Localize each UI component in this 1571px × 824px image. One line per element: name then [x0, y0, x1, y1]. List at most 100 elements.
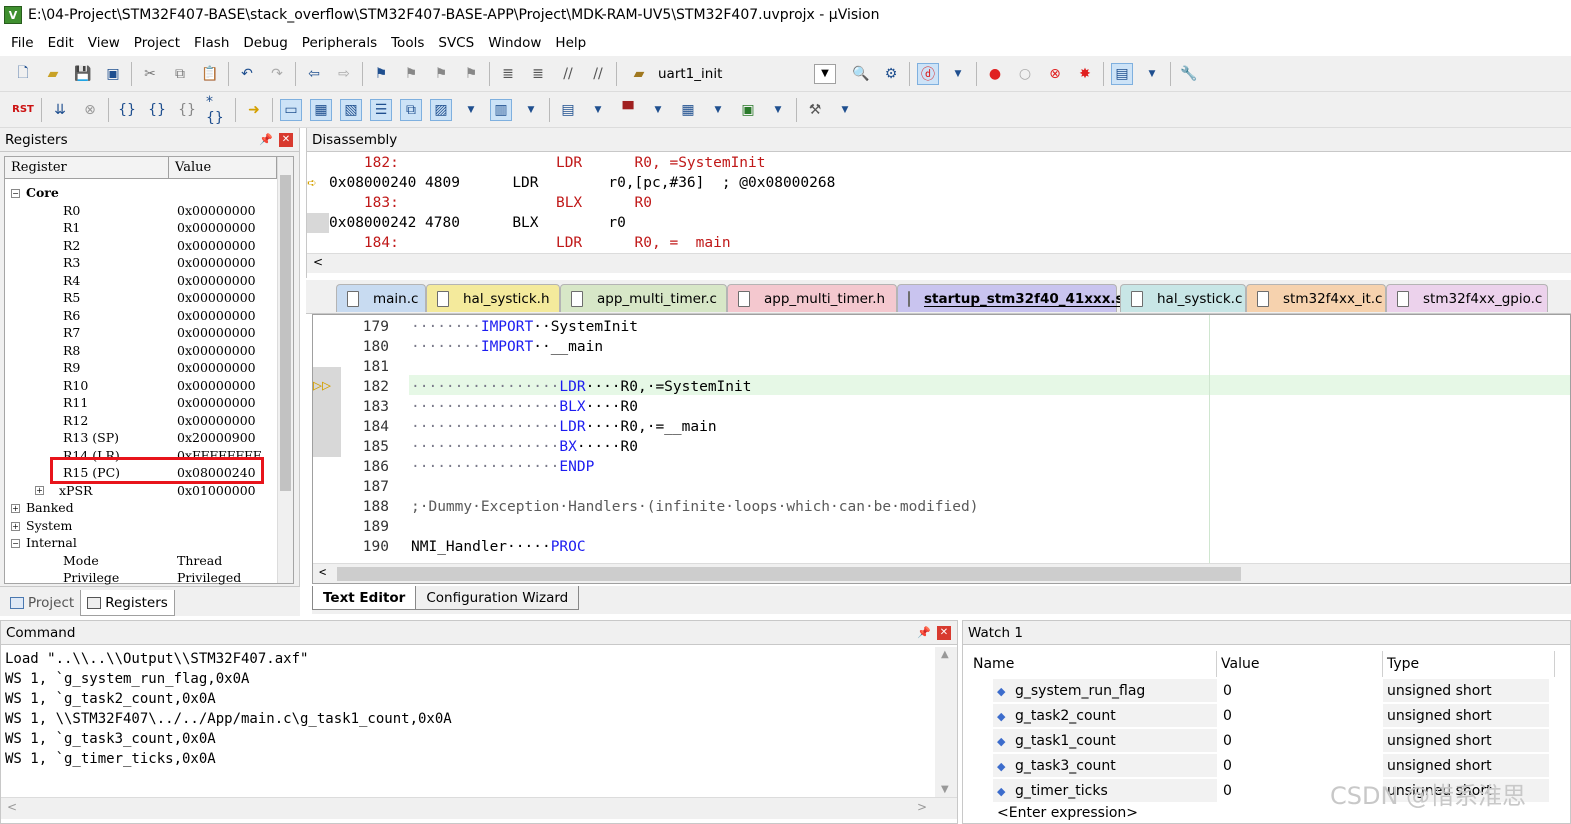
comment-icon[interactable]: //: [557, 63, 579, 85]
menu-debug[interactable]: Debug: [236, 35, 294, 51]
register-row[interactable]: R6 0x00000000: [35, 307, 275, 325]
stop-icon[interactable]: ⊗: [79, 99, 101, 121]
code-editor[interactable]: ▷▷ 179 ········IMPORT··SystemInit 180 ·····…: [312, 314, 1571, 584]
window-layout-icon[interactable]: ▤: [1111, 62, 1133, 85]
cut-icon[interactable]: ✂: [139, 63, 161, 85]
file-tab-stm32f4xx-it-c[interactable]: stm32f4xx_it.c: [1246, 284, 1386, 312]
new-file-icon[interactable]: 🗋: [12, 63, 34, 85]
symbols-window-icon[interactable]: ▧: [340, 98, 362, 121]
unindent-icon[interactable]: ≣: [527, 63, 549, 85]
disassembly-hscrollbar[interactable]: <: [307, 253, 1571, 273]
register-row[interactable]: Privilege Privileged: [35, 569, 275, 587]
copy-icon[interactable]: ⧉: [169, 63, 191, 85]
editor-hscroll-thumb[interactable]: [337, 567, 1241, 581]
file-tab-app-multi-timer-h[interactable]: app_multi_timer.h: [727, 284, 897, 312]
file-tab-hal-systick-h[interactable]: hal_systick.h: [426, 284, 560, 312]
file-tab-startup-s[interactable]: startup_stm32f40_41xxx.s: [897, 284, 1124, 312]
tab-project[interactable]: Project: [4, 590, 80, 616]
incremental-find-icon[interactable]: ⚙: [880, 63, 902, 85]
register-value[interactable]: 0x00000000: [177, 202, 256, 220]
tab-configuration-wizard[interactable]: Configuration Wizard: [415, 586, 580, 610]
system-viewer-dropdown-icon[interactable]: ▼: [767, 99, 789, 121]
register-value[interactable]: 0x00000000: [177, 342, 256, 360]
layout-dropdown-icon[interactable]: ▼: [1141, 63, 1163, 85]
watch-value[interactable]: 0: [1219, 729, 1381, 753]
run-icon[interactable]: ⇊: [49, 99, 71, 121]
command-window-icon[interactable]: ▭: [280, 98, 302, 121]
register-value[interactable]: 0x00000000: [177, 237, 256, 255]
scroll-left-icon[interactable]: <: [313, 255, 323, 269]
register-row[interactable]: R12 0x00000000: [35, 412, 275, 430]
expand-icon[interactable]: +: [11, 504, 20, 513]
register-row[interactable]: R0 0x00000000: [35, 202, 275, 220]
column-type[interactable]: Type: [1383, 651, 1555, 677]
register-row[interactable]: R4 0x00000000: [35, 272, 275, 290]
enter-expression[interactable]: <Enter expression>: [997, 805, 1138, 821]
register-value[interactable]: 0x00000000: [177, 359, 256, 377]
watch-value[interactable]: 0: [1219, 704, 1381, 728]
register-value[interactable]: 0x20000900: [177, 429, 256, 447]
toolbox-icon[interactable]: ⚒: [804, 99, 826, 121]
watch-row[interactable]: ◆ g_task2_count 0 unsigned short: [969, 704, 1555, 729]
insert-breakpoint-icon[interactable]: ●: [984, 63, 1006, 85]
registers-scrollbar[interactable]: [277, 157, 293, 583]
indent-icon[interactable]: ≣: [497, 63, 519, 85]
function-name-field[interactable]: uart1_init: [654, 63, 814, 85]
step-out-icon[interactable]: {}: [176, 99, 198, 121]
collapse-icon[interactable]: −: [11, 539, 20, 548]
register-value[interactable]: 0x00000000: [177, 324, 256, 342]
register-value[interactable]: 0x00000000: [177, 412, 256, 430]
expand-icon[interactable]: +: [11, 521, 20, 531]
collapse-icon[interactable]: −: [11, 189, 20, 198]
register-row[interactable]: R10 0x00000000: [35, 377, 275, 395]
enable-breakpoint-icon[interactable]: ○: [1014, 63, 1036, 85]
disable-all-breakpoints-icon[interactable]: ⊗: [1044, 63, 1066, 85]
prev-bookmark-icon[interactable]: ⚑: [400, 63, 422, 85]
editor-gutter[interactable]: ▷▷: [313, 315, 341, 563]
editor-hscrollbar[interactable]: <: [313, 563, 1570, 583]
register-value[interactable]: 0x01000000: [177, 482, 256, 500]
watch-dropdown-icon[interactable]: ▼: [460, 99, 482, 121]
register-value[interactable]: 0x00000000: [177, 219, 256, 237]
nav-forward-icon[interactable]: ⇨: [333, 63, 355, 85]
trace-window-icon[interactable]: ▦: [677, 99, 699, 121]
register-group[interactable]: + Banked: [11, 499, 74, 517]
kill-all-breakpoints-icon[interactable]: ✸: [1074, 63, 1096, 85]
memory-window-icon[interactable]: ▥: [490, 98, 512, 121]
step-into-icon[interactable]: {}: [116, 99, 138, 121]
register-row[interactable]: R13 (SP) 0x20000900: [35, 429, 275, 447]
configure-icon[interactable]: 🔧: [1178, 63, 1200, 85]
system-viewer-icon[interactable]: ▣: [737, 99, 759, 121]
expand-icon[interactable]: +: [35, 485, 44, 495]
disassembly-window-icon[interactable]: ▦: [310, 98, 332, 121]
pin-icon[interactable]: 📌: [917, 626, 931, 639]
register-row[interactable]: R5 0x00000000: [35, 289, 275, 307]
register-row[interactable]: R8 0x00000000: [35, 342, 275, 360]
nav-back-icon[interactable]: ⇦: [303, 63, 325, 85]
next-bookmark-icon[interactable]: ⚑: [430, 63, 452, 85]
undo-icon[interactable]: ↶: [236, 63, 258, 85]
register-row[interactable]: R7 0x00000000: [35, 324, 275, 342]
register-value[interactable]: 0x00000000: [177, 377, 256, 395]
save-all-icon[interactable]: ▣: [102, 63, 124, 85]
step-over-icon[interactable]: {}: [146, 99, 168, 121]
register-value[interactable]: Thread: [177, 552, 222, 570]
tab-text-editor[interactable]: Text Editor: [312, 586, 417, 610]
register-value[interactable]: 0x00000000: [177, 254, 256, 272]
register-value[interactable]: 0x00000000: [177, 307, 256, 325]
command-output[interactable]: Load "..\\..\\Output\\STM32F407.axf" WS …: [1, 647, 935, 797]
register-value[interactable]: 0x00000000: [177, 272, 256, 290]
serial-window-icon[interactable]: ▤: [557, 99, 579, 121]
column-register[interactable]: Register: [5, 157, 169, 178]
register-row[interactable]: R2 0x00000000: [35, 237, 275, 255]
pin-icon[interactable]: 📌: [259, 133, 273, 146]
watch-row[interactable]: ◆ g_system_run_flag 0 unsigned short: [969, 679, 1555, 704]
register-row[interactable]: Mode Thread: [35, 552, 275, 570]
file-tab-stm32f4xx-gpio-c[interactable]: stm32f4xx_gpio.c: [1386, 284, 1548, 312]
menu-svcs[interactable]: SVCS: [431, 35, 481, 51]
run-to-cursor-icon[interactable]: *{}: [206, 94, 228, 126]
save-icon[interactable]: 💾: [72, 63, 94, 85]
debug-session-icon[interactable]: ⓓ: [917, 62, 939, 85]
menu-file[interactable]: File: [4, 35, 41, 51]
watch-window-icon[interactable]: ▨: [430, 98, 452, 121]
